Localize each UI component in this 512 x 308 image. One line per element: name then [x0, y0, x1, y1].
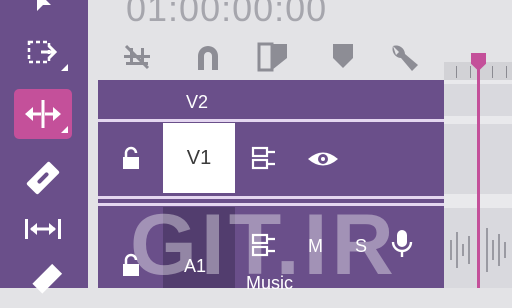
slip-tool-button[interactable] — [14, 204, 72, 254]
snap-icon[interactable] — [120, 40, 154, 74]
waveform-bar — [456, 232, 458, 268]
waveform-bar — [492, 240, 494, 260]
add-marker-icon[interactable] — [256, 40, 290, 74]
waveform-bar — [504, 242, 506, 258]
tool-group-indicator — [61, 64, 68, 71]
panel-divider[interactable] — [88, 0, 98, 288]
source-patch-v1[interactable]: V1 — [163, 123, 235, 193]
track-select-tool-button[interactable] — [14, 27, 72, 77]
ripple-edit-icon — [25, 100, 61, 128]
pen-tool-button[interactable] — [14, 258, 72, 308]
ripple-edit-tool-button[interactable] — [14, 89, 72, 139]
track-select-icon — [27, 40, 58, 64]
waveform-bar — [468, 236, 470, 264]
track-label-v2[interactable]: V2 — [186, 92, 208, 113]
linked-selection-icon[interactable] — [191, 40, 225, 74]
settings-wrench-icon[interactable] — [387, 40, 421, 74]
waveform-bar — [486, 228, 488, 272]
ruler-tick — [456, 66, 457, 78]
ruler-tick — [506, 66, 507, 78]
ruler-tick — [492, 66, 493, 78]
slip-icon — [25, 219, 61, 239]
source-patch-label: V1 — [186, 146, 212, 169]
lock-icon[interactable] — [118, 145, 144, 171]
waveform-bar — [462, 244, 464, 256]
razor-tool-button[interactable] — [14, 153, 72, 203]
waveform-bar — [450, 240, 452, 260]
waveform-bar — [498, 234, 500, 266]
tools-panel — [0, 0, 88, 294]
track-divider — [98, 119, 444, 122]
ruler-tick — [470, 66, 471, 78]
pen-icon — [32, 263, 63, 294]
playhead-timecode[interactable]: 01:00:00:00 — [126, 0, 327, 30]
razor-blade-icon — [26, 161, 60, 195]
eye-icon[interactable] — [306, 146, 340, 172]
tool-group-indicator — [61, 126, 68, 133]
playhead-line[interactable] — [477, 62, 480, 288]
watermark: GIT.IR — [130, 197, 398, 293]
marker-icon[interactable] — [326, 40, 360, 74]
sync-lock-icon[interactable] — [250, 144, 278, 172]
